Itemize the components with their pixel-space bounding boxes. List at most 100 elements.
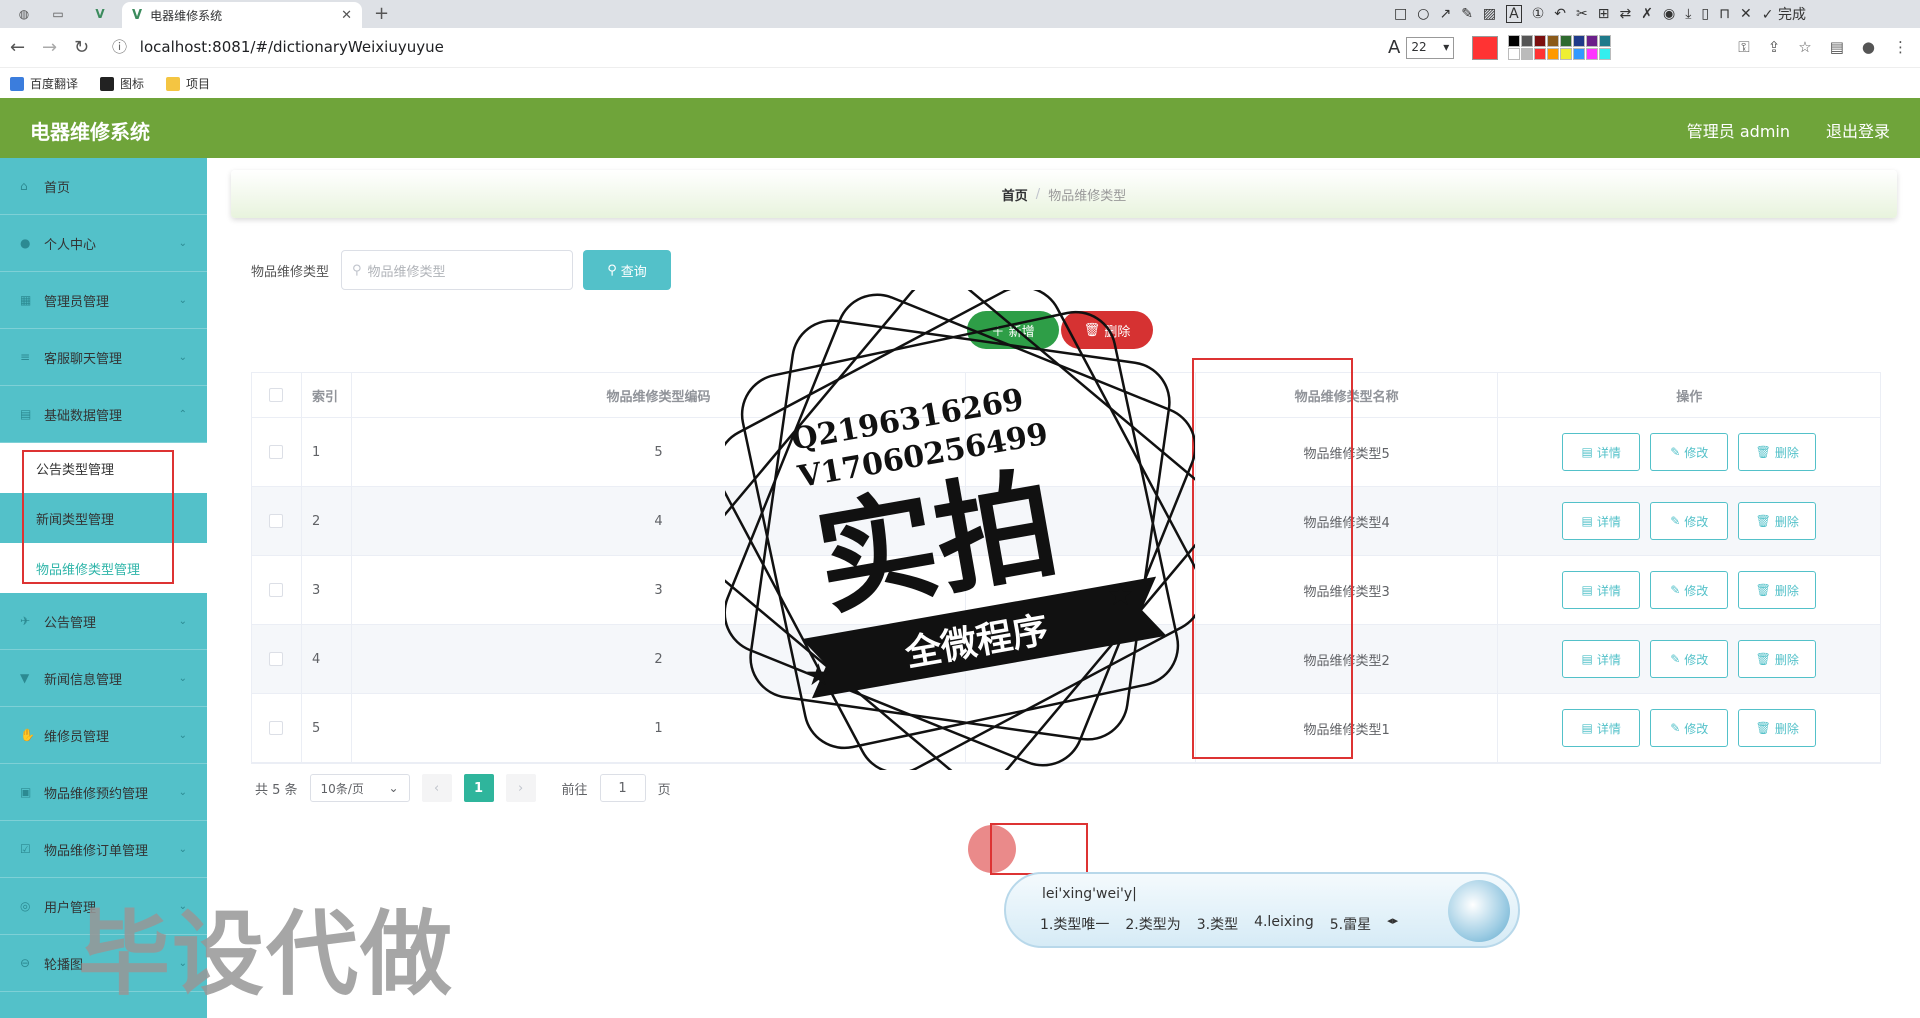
breadcrumb: 首页 / 物品维修类型 [231, 170, 1897, 218]
ime-candidate[interactable]: 1.类型唯一 [1040, 914, 1109, 934]
sidebar-item-repair-orders[interactable]: ☑ 物品维修订单管理 ⌄ [0, 821, 207, 878]
row-checkbox[interactable] [269, 652, 284, 666]
row-checkbox[interactable] [269, 514, 284, 528]
delete-button[interactable]: 🗑 删除 [1738, 709, 1817, 747]
sidebar-item-basic-data[interactable]: ▤ 基础数据管理 ⌃ [0, 386, 207, 443]
font-size-select[interactable]: 22 ▾ [1406, 36, 1455, 59]
edit-button[interactable]: ✎ 修改 [1650, 571, 1729, 609]
star-icon[interactable]: ☆ [1798, 38, 1811, 56]
news-icon: ▼ [20, 671, 30, 685]
forward-icon[interactable]: → [42, 37, 57, 58]
sidebar-item-notices[interactable]: ✈ 公告管理 ⌄ [0, 593, 207, 650]
ime-page-arrows-icon[interactable]: ◂▸ [1387, 914, 1398, 934]
next-page-button[interactable]: › [505, 774, 536, 802]
page-size-select[interactable]: 10条/页 ⌄ [309, 774, 410, 802]
sidepanel-icon[interactable]: ▤ [1830, 38, 1844, 56]
select-all-checkbox[interactable] [269, 388, 284, 402]
batch-delete-button[interactable]: 🗑 删除 [1061, 311, 1153, 349]
ime-candidate[interactable]: 4.leixing [1254, 914, 1314, 934]
key-icon[interactable]: ⚿ [1738, 38, 1749, 56]
detail-button[interactable]: ▤ 详情 [1562, 709, 1641, 747]
detail-button[interactable]: ▤ 详情 [1562, 571, 1641, 609]
reload-icon[interactable]: ↻ [74, 37, 89, 58]
phone-icon[interactable]: ▯ [1701, 6, 1709, 22]
bookmark-project[interactable]: 项目 [166, 75, 210, 92]
page-number-current[interactable]: 1 [463, 774, 494, 802]
translate-icon[interactable]: ⇄ [1620, 6, 1632, 22]
query-button[interactable]: ⚲ 查询 [583, 250, 672, 290]
cell-code: 3 [352, 556, 967, 624]
pin-icon[interactable]: ✗ [1641, 6, 1653, 22]
browser-tab-active[interactable]: V 电器维修系统 ✕ [122, 2, 362, 28]
row-checkbox[interactable] [269, 445, 284, 459]
url-field[interactable]: ⓘ localhost:8081/#/dictionaryWeixiuyuyue [112, 36, 444, 57]
sidebar-item-profile[interactable]: ● 个人中心 ⌄ [0, 215, 207, 272]
close-tab-icon[interactable]: ✕ [341, 8, 352, 23]
sidebar-item-admins[interactable]: ▦ 管理员管理 ⌄ [0, 272, 207, 329]
goto-page-input[interactable]: 1 [599, 774, 646, 802]
ocr-icon[interactable]: ⊞ [1598, 6, 1610, 22]
delete-button[interactable]: 🗑 删除 [1738, 640, 1817, 678]
record-icon[interactable]: ◉ [1663, 6, 1675, 22]
profile-icon[interactable]: ● [1862, 38, 1875, 56]
breadcrumb-home[interactable]: 首页 [1002, 185, 1028, 204]
menu-icon[interactable]: ⋮ [1893, 38, 1908, 56]
ellipse-tool-icon[interactable]: ○ [1417, 6, 1429, 22]
delete-button[interactable]: 🗑 删除 [1738, 433, 1817, 471]
header-spacer [966, 373, 1196, 417]
detail-button[interactable]: ▤ 详情 [1562, 640, 1641, 678]
mosaic-tool-icon[interactable]: ▨ [1483, 6, 1496, 22]
bookmark-icon[interactable]: ⊓ [1719, 6, 1730, 22]
delete-button[interactable]: 🗑 删除 [1738, 571, 1817, 609]
back-icon[interactable]: ← [10, 37, 25, 58]
sidebar-item-chat[interactable]: ≡ 客服聊天管理 ⌄ [0, 329, 207, 386]
download-icon[interactable]: ⤓ [1685, 6, 1691, 22]
row-checkbox[interactable] [269, 721, 284, 735]
new-tab-icon[interactable]: + [374, 3, 389, 24]
ime-candidate[interactable]: 3.类型 [1197, 914, 1238, 934]
delete-label: 删除 [1774, 583, 1799, 598]
bookmark-icons[interactable]: 图标 [100, 75, 144, 92]
folder-icon [166, 77, 181, 91]
vue-tab-icon[interactable]: V [90, 4, 110, 24]
delete-button[interactable]: 🗑 删除 [1738, 502, 1817, 540]
sidebar-item-repair-appointments[interactable]: ▣ 物品维修预约管理 ⌄ [0, 764, 207, 821]
cell-code: 1 [352, 694, 967, 762]
cancel-icon[interactable]: ✕ [1740, 6, 1752, 22]
number-tool-icon[interactable]: ① [1532, 6, 1545, 22]
bookmark-baidu-translate[interactable]: 百度翻译 [10, 75, 78, 92]
detail-button[interactable]: ▤ 详情 [1562, 502, 1641, 540]
done-button[interactable]: ✓ 完成 [1762, 4, 1806, 24]
detail-button[interactable]: ▤ 详情 [1562, 433, 1641, 471]
row-select-cell [252, 556, 302, 624]
goto-label: 前往 [561, 782, 588, 798]
sidebar-item-home[interactable]: ⌂ 首页 [0, 158, 207, 215]
ime-candidate[interactable]: 5.雷星 [1330, 914, 1371, 934]
edit-button[interactable]: ✎ 修改 [1650, 709, 1729, 747]
rectangle-tool-icon[interactable]: □ [1394, 6, 1407, 22]
logout-button[interactable]: 退出登录 [1826, 118, 1890, 142]
edit-button[interactable]: ✎ 修改 [1650, 640, 1729, 678]
arrow-tool-icon[interactable]: ↗ [1439, 6, 1451, 22]
search-input[interactable]: ⚲ 物品维修类型 [341, 250, 574, 290]
edit-button[interactable]: ✎ 修改 [1650, 502, 1729, 540]
pinned-tab-icon[interactable]: ▭ [48, 4, 68, 24]
pen-tool-icon[interactable]: ✎ [1461, 6, 1473, 22]
add-button[interactable]: ＋ 新增 [967, 311, 1059, 349]
globe-icon[interactable]: ◍ [14, 4, 34, 24]
undo-icon[interactable]: ↶ [1554, 6, 1566, 22]
edit-button[interactable]: ✎ 修改 [1650, 433, 1729, 471]
trash-icon: 🗑 [1083, 322, 1101, 338]
sidebar-item-news[interactable]: ▼ 新闻信息管理 ⌄ [0, 650, 207, 707]
ime-candidate[interactable]: 2.类型为 [1125, 914, 1180, 934]
info-icon[interactable]: ⓘ [112, 38, 127, 56]
sidebar-item-repairmen[interactable]: ✋ 维修员管理 ⌄ [0, 707, 207, 764]
row-checkbox[interactable] [269, 583, 284, 597]
share-icon[interactable]: ⇪ [1768, 38, 1781, 56]
current-color-swatch[interactable] [1472, 35, 1499, 60]
color-palette[interactable] [1508, 35, 1612, 60]
text-tool-icon[interactable]: A [1506, 5, 1522, 23]
prev-page-button[interactable]: ‹ [421, 774, 452, 802]
detail-label: 详情 [1596, 652, 1621, 667]
scissor-icon[interactable]: ✂ [1576, 6, 1588, 22]
